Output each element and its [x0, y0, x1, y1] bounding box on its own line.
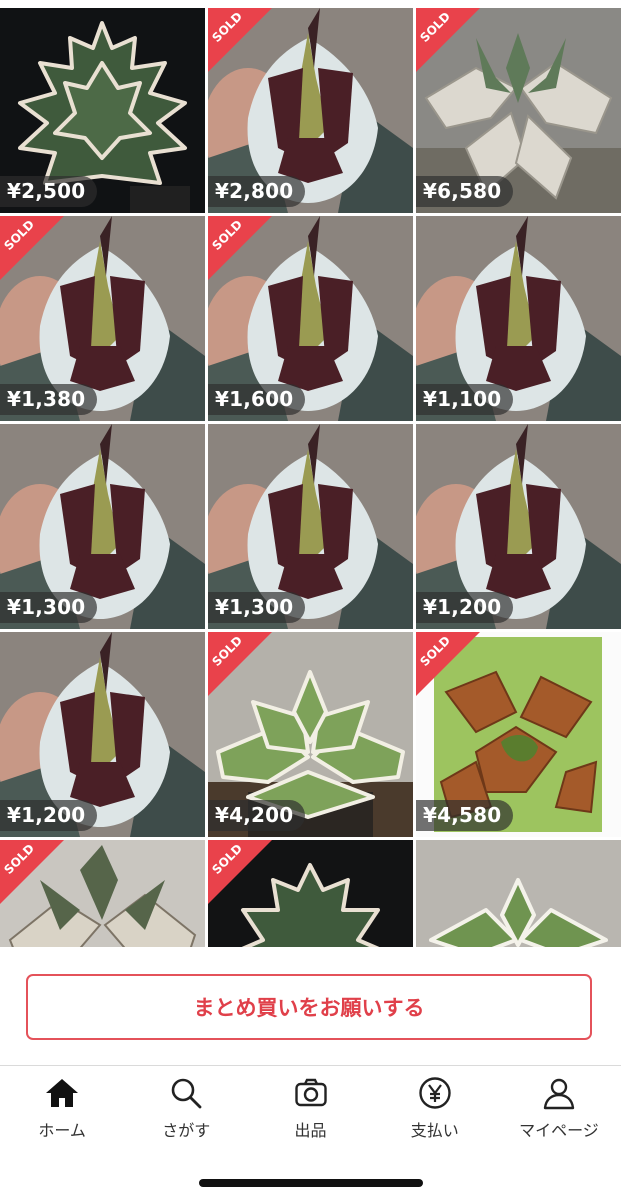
product-photo	[416, 840, 621, 947]
product-tile[interactable]: ¥1,380 SOLD	[0, 216, 205, 421]
person-icon	[542, 1076, 576, 1110]
product-tile[interactable]: ¥4,200 SOLD	[208, 632, 413, 837]
price-label: ¥4,200	[208, 800, 306, 831]
price-label: ¥1,380	[0, 384, 98, 415]
product-tile[interactable]: ¥4,580 SOLD	[416, 632, 621, 837]
sold-ribbon: SOLD	[208, 632, 272, 696]
tab-label: ホーム	[38, 1121, 86, 1140]
camera-icon	[294, 1076, 328, 1110]
sold-ribbon: SOLD	[208, 216, 272, 280]
product-tile[interactable]: ¥6,580 SOLD	[416, 8, 621, 213]
tab-label: さがす	[162, 1121, 211, 1140]
sold-ribbon: SOLD	[0, 216, 64, 280]
price-label: ¥1,600	[208, 384, 306, 415]
product-tile[interactable]: ¥1,300	[208, 424, 413, 629]
home-indicator	[199, 1179, 423, 1187]
home-icon	[45, 1076, 79, 1110]
tab-payment[interactable]: 支払い	[373, 1066, 497, 1146]
tab-home[interactable]: ホーム	[0, 1066, 124, 1146]
yen-icon	[418, 1076, 452, 1110]
product-tile[interactable]	[416, 840, 621, 947]
price-label: ¥1,200	[416, 592, 514, 623]
sold-ribbon: SOLD	[416, 632, 480, 696]
price-label: ¥2,800	[208, 176, 306, 207]
product-tile[interactable]: ¥1,300	[0, 424, 205, 629]
sold-ribbon: SOLD	[416, 8, 480, 72]
price-label: ¥1,100	[416, 384, 514, 415]
tab-label: マイページ	[519, 1121, 599, 1140]
product-tile[interactable]: ¥1,200	[0, 632, 205, 837]
tab-mypage[interactable]: マイページ	[497, 1066, 621, 1146]
product-tile[interactable]: ¥1,600 SOLD	[208, 216, 413, 421]
tab-label: 支払い	[410, 1121, 459, 1140]
tab-search[interactable]: さがす	[124, 1066, 248, 1146]
product-tile[interactable]: ¥1,100	[416, 216, 621, 421]
sold-ribbon: SOLD	[208, 8, 272, 72]
product-tile[interactable]: ¥2,800 SOLD	[208, 8, 413, 213]
sold-ribbon: SOLD	[0, 840, 64, 904]
bulk-purchase-button[interactable]: まとめ買いをお願いする	[26, 974, 592, 1040]
search-icon	[169, 1076, 203, 1110]
product-grid: ¥2,500 ¥2,800 SOLD ¥6,580 SOLD ¥1,380 SO…	[0, 0, 621, 947]
product-tile[interactable]: ¥1,200	[416, 424, 621, 629]
sold-ribbon: SOLD	[208, 840, 272, 904]
price-label: ¥1,300	[0, 592, 98, 623]
price-label: ¥1,200	[0, 800, 98, 831]
product-tile[interactable]: ¥2,500	[0, 8, 205, 213]
price-label: ¥6,580	[416, 176, 514, 207]
tab-label: 出品	[294, 1121, 327, 1140]
price-label: ¥1,300	[208, 592, 306, 623]
product-tile[interactable]: SOLD	[208, 840, 413, 947]
product-tile[interactable]: SOLD	[0, 840, 205, 947]
price-label: ¥2,500	[0, 176, 98, 207]
price-label: ¥4,580	[416, 800, 514, 831]
tab-sell[interactable]: 出品	[248, 1066, 372, 1146]
bottom-area: まとめ買いをお願いする ホーム さがす 出品 支払い マイページ	[0, 947, 621, 1200]
tab-bar: ホーム さがす 出品 支払い マイページ	[0, 1066, 621, 1146]
